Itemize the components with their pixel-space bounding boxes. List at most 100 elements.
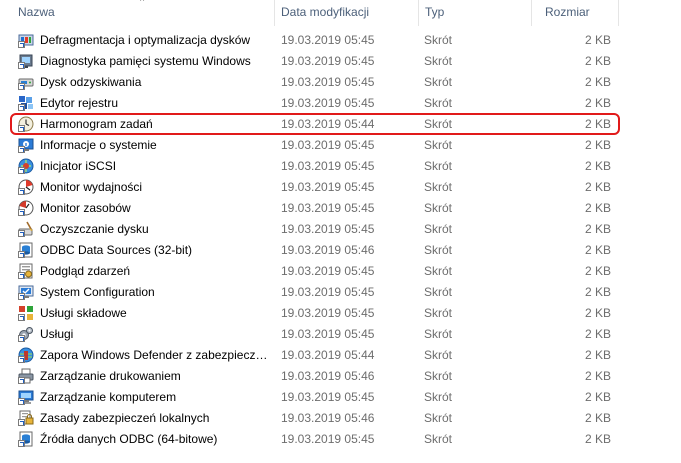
file-size: 2 KB [584, 327, 611, 341]
file-size: 2 KB [584, 96, 611, 110]
file-row[interactable]: Informacje o systemie 19.03.2019 05:45 Skr… [0, 135, 681, 156]
file-name: Oczyszczanie dysku [40, 222, 149, 236]
file-row[interactable]: Monitor zasobów 19.03.2019 05:45 Skrót 2 KB [0, 198, 681, 219]
file-size: 2 KB [584, 411, 611, 425]
file-size: 2 KB [584, 75, 611, 89]
file-date-modified: 19.03.2019 05:45 [281, 96, 375, 110]
shortcut-arrow-icon [18, 419, 25, 426]
column-header-size[interactable]: Rozmiar [539, 0, 619, 26]
file-name: Inicjator iSCSI [40, 159, 117, 173]
file-type: Skrót [424, 306, 453, 320]
file-date-modified: 19.03.2019 05:45 [281, 159, 375, 173]
file-row[interactable]: Usługi składowe 19.03.2019 05:45 Skrót 2 KB [0, 303, 681, 324]
file-date-modified: 19.03.2019 05:45 [281, 264, 375, 278]
resource-monitor-icon [18, 200, 34, 216]
file-type: Skrót [424, 432, 453, 446]
column-divider[interactable] [531, 0, 532, 26]
file-date-modified: 19.03.2019 05:45 [281, 306, 375, 320]
file-name: Zarządzanie komputerem [40, 390, 177, 404]
file-size: 2 KB [584, 54, 611, 68]
file-row[interactable]: Diagnostyka pamięci systemu Windows 19.03… [0, 51, 681, 72]
shortcut-arrow-icon [18, 83, 25, 90]
file-type: Skrót [424, 54, 453, 68]
file-row[interactable]: Podgląd zdarzeń 19.03.2019 05:45 Skrót 2 KB [0, 261, 681, 282]
file-type: Skrót [424, 348, 453, 362]
shortcut-arrow-icon [18, 209, 25, 216]
file-type: Skrót [424, 96, 453, 110]
file-size: 2 KB [584, 159, 611, 173]
file-name: Zarządzanie drukowaniem [40, 369, 181, 383]
file-date-modified: 19.03.2019 05:45 [281, 285, 375, 299]
file-type: Skrót [424, 201, 453, 215]
file-row[interactable]: Monitor wydajności 19.03.2019 05:45 Skrót 2… [0, 177, 681, 198]
defragment-icon [18, 32, 34, 48]
sort-ascending-icon: ^ [140, 0, 145, 6]
file-name: Podgląd zdarzeń [40, 264, 131, 278]
file-row[interactable]: Oczyszczanie dysku 19.03.2019 05:45 Skrót 2… [0, 219, 681, 240]
file-name: Diagnostyka pamięci systemu Windows [40, 54, 251, 68]
file-row[interactable]: Defragmentacja i optymalizacja dysków 19.… [0, 30, 681, 51]
file-size: 2 KB [584, 201, 611, 215]
performance-monitor-icon [18, 179, 34, 195]
file-name: Monitor wydajności [40, 180, 143, 194]
file-type: Skrót [424, 285, 453, 299]
file-size: 2 KB [584, 306, 611, 320]
file-row[interactable]: Zapora Windows Defender z zabezpiecze...… [0, 345, 681, 366]
file-name: Zapora Windows Defender z zabezpiecze... [40, 348, 268, 362]
event-viewer-icon [18, 263, 34, 279]
file-type: Skrót [424, 243, 453, 257]
shortcut-arrow-icon [18, 356, 25, 363]
file-type: Skrót [424, 159, 453, 173]
file-name: Usługi [40, 327, 74, 341]
file-name: Źródła danych ODBC (64-bitowe) [40, 432, 218, 446]
file-row[interactable]: ODBC Data Sources (32-bit) 19.03.2019 05:… [0, 240, 681, 261]
odbc-64-icon [18, 431, 34, 447]
file-size: 2 KB [584, 264, 611, 278]
file-name: System Configuration [40, 285, 155, 299]
system-configuration-icon [18, 284, 34, 300]
file-type: Skrót [424, 180, 453, 194]
file-size: 2 KB [584, 369, 611, 383]
file-date-modified: 19.03.2019 05:46 [281, 243, 375, 257]
computer-management-icon [18, 389, 34, 405]
file-name: Dysk odzyskiwania [40, 75, 142, 89]
file-date-modified: 19.03.2019 05:45 [281, 54, 375, 68]
services-icon [18, 326, 34, 342]
file-date-modified: 19.03.2019 05:45 [281, 201, 375, 215]
column-header-type[interactable]: Typ [419, 0, 531, 26]
file-size: 2 KB [584, 432, 611, 446]
file-row[interactable]: Dysk odzyskiwania 19.03.2019 05:45 Skrót 2 … [0, 72, 681, 93]
shortcut-arrow-icon [18, 440, 25, 447]
file-size: 2 KB [584, 180, 611, 194]
file-row[interactable]: Usługi 19.03.2019 05:45 Skrót 2 KB [0, 324, 681, 345]
column-header-date[interactable]: Data modyfikacji [275, 0, 418, 26]
print-management-icon [18, 368, 34, 384]
file-row[interactable]: Zarządzanie komputerem 19.03.2019 05:45 Sk… [0, 387, 681, 408]
file-date-modified: 19.03.2019 05:45 [281, 222, 375, 236]
file-row[interactable]: Inicjator iSCSI 19.03.2019 05:45 Skrót 2 KB [0, 156, 681, 177]
file-date-modified: 19.03.2019 05:45 [281, 327, 375, 341]
file-date-modified: 19.03.2019 05:44 [281, 348, 375, 362]
file-size: 2 KB [584, 222, 611, 236]
column-divider[interactable] [618, 0, 619, 26]
file-row[interactable]: Zarządzanie drukowaniem 19.03.2019 05:46 S… [0, 366, 681, 387]
file-date-modified: 19.03.2019 05:45 [281, 180, 375, 194]
shortcut-arrow-icon [18, 230, 25, 237]
shortcut-arrow-icon [18, 377, 25, 384]
file-size: 2 KB [584, 390, 611, 404]
file-row[interactable]: Edytor rejestru 19.03.2019 05:45 Skrót 2 KB [0, 93, 681, 114]
odbc-icon [18, 242, 34, 258]
file-date-modified: 19.03.2019 05:45 [281, 75, 375, 89]
file-name: Usługi składowe [40, 306, 127, 320]
file-type: Skrót [424, 75, 453, 89]
firewall-icon [18, 347, 34, 363]
file-type: Skrót [424, 411, 453, 425]
file-row[interactable]: System Configuration 19.03.2019 05:45 Skró… [0, 282, 681, 303]
file-row[interactable]: Źródła danych ODBC (64-bitowe) 19.03.2019… [0, 429, 681, 450]
file-type: Skrót [424, 138, 453, 152]
file-row[interactable]: Zasady zabezpieczeń lokalnych 19.03.2019 … [0, 408, 681, 429]
file-date-modified: 19.03.2019 05:46 [281, 411, 375, 425]
shortcut-arrow-icon [18, 335, 25, 342]
memory-diagnostics-icon [18, 53, 34, 69]
file-date-modified: 19.03.2019 05:45 [281, 33, 375, 47]
